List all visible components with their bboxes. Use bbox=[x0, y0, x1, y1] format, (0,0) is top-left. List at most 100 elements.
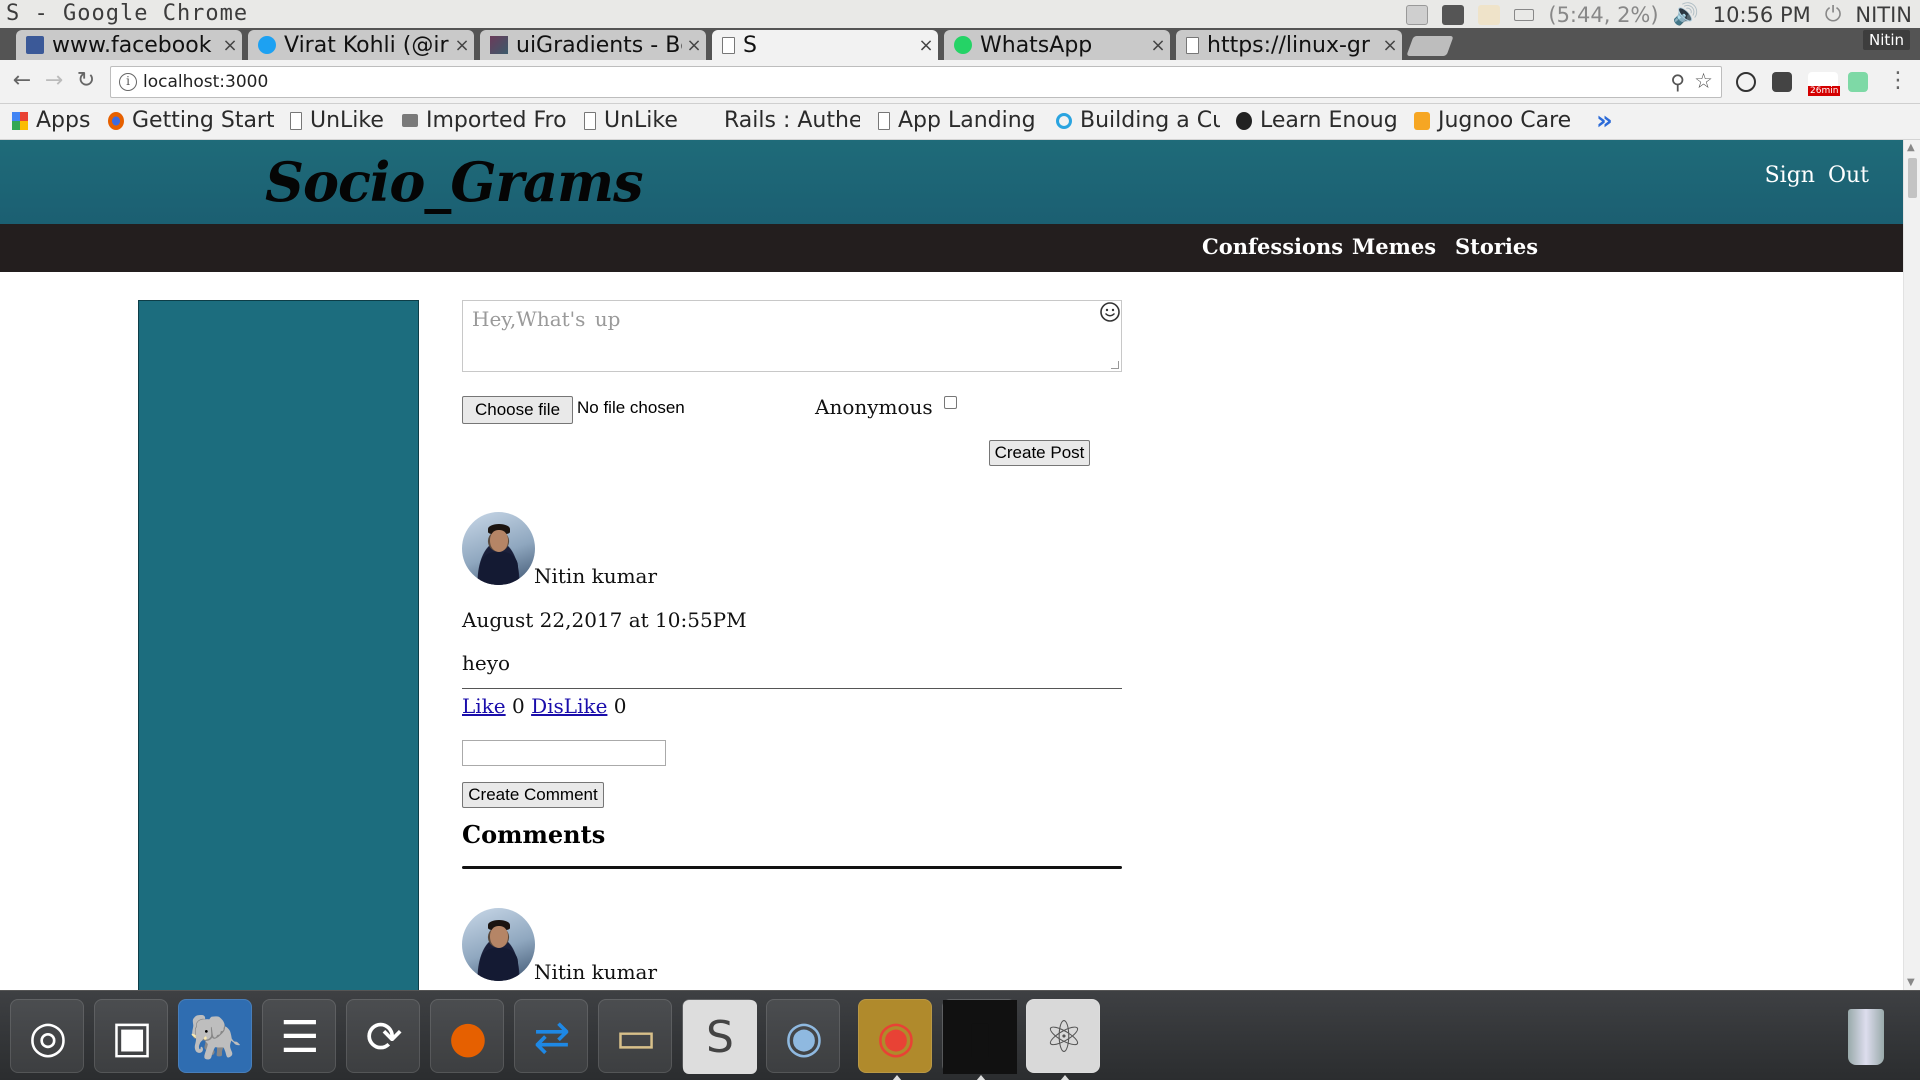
new-tab-button[interactable] bbox=[1406, 36, 1454, 56]
bookmark-rails-auth[interactable]: Rails : Auther bbox=[724, 108, 860, 133]
sign-out-link[interactable]: Sign Out bbox=[1765, 163, 1869, 188]
dock-terminal[interactable]: ▮ bbox=[942, 999, 1017, 1080]
bookmark-imported-folder[interactable]: Imported Fro bbox=[402, 108, 566, 133]
files-icon: ▭ bbox=[615, 1011, 657, 1063]
nav-stories[interactable]: Stories bbox=[1455, 234, 1538, 259]
resize-grip-icon[interactable] bbox=[1111, 361, 1119, 369]
tab-facebook[interactable]: www.facebook × bbox=[16, 30, 242, 60]
dock-chromium[interactable]: ◉ bbox=[766, 999, 840, 1073]
dock-software-updater[interactable]: ⟳ bbox=[346, 999, 420, 1073]
nav-confessions[interactable]: Confessions bbox=[1202, 234, 1343, 259]
battery-status: (5:44, 2%) bbox=[1548, 2, 1659, 27]
comment-input[interactable] bbox=[462, 740, 666, 766]
star-icon[interactable]: ☆ bbox=[1694, 69, 1713, 93]
close-icon[interactable]: × bbox=[1146, 35, 1170, 56]
comment-author[interactable]: Nitin kumar bbox=[534, 960, 657, 984]
site-logo[interactable]: Socio_Grams bbox=[265, 150, 644, 214]
dock-postgresql[interactable]: 🐘 bbox=[178, 999, 252, 1073]
close-icon[interactable]: × bbox=[914, 35, 938, 56]
page-icon bbox=[722, 36, 735, 54]
keyboard-icon[interactable] bbox=[1406, 4, 1429, 25]
dock-firefox[interactable]: ● bbox=[430, 999, 504, 1073]
nav-memes[interactable]: Memes bbox=[1352, 234, 1436, 259]
menu-icon[interactable]: ⋮ bbox=[1884, 68, 1912, 93]
close-icon[interactable]: × bbox=[1378, 35, 1402, 56]
bookmark-label: Rails : Auther bbox=[724, 108, 860, 133]
scrollbar-thumb[interactable] bbox=[1908, 158, 1917, 198]
user-name[interactable]: NITIN bbox=[1855, 3, 1912, 27]
choose-file-button[interactable]: Choose file bbox=[462, 396, 573, 424]
close-icon[interactable]: × bbox=[218, 35, 242, 56]
post-placeholder: Hey,What's up bbox=[472, 307, 621, 331]
extension-pin-icon[interactable] bbox=[1772, 72, 1792, 92]
bookmark-app-landing[interactable]: App Landing bbox=[878, 108, 1036, 133]
post-timestamp: August 22,2017 at 10:55PM bbox=[462, 608, 747, 632]
profile-badge[interactable]: Nitin bbox=[1863, 30, 1910, 50]
dock-files[interactable]: ▭ bbox=[598, 999, 672, 1073]
uigradients-icon bbox=[490, 36, 508, 54]
volume-icon[interactable]: 🔊 bbox=[1673, 2, 1699, 27]
battery-icon[interactable] bbox=[1514, 8, 1535, 21]
comment-avatar[interactable] bbox=[462, 908, 535, 981]
bookmark-apps[interactable]: Apps bbox=[12, 108, 90, 133]
software-updater-icon: ⟳ bbox=[365, 1011, 403, 1063]
dock-atom[interactable]: ⚛ bbox=[1026, 999, 1100, 1080]
close-icon[interactable]: × bbox=[450, 35, 474, 56]
post-textarea[interactable]: Hey,What's up bbox=[462, 300, 1122, 372]
tab-active[interactable]: S × bbox=[712, 30, 938, 60]
extension-icon[interactable] bbox=[1736, 72, 1756, 92]
android-extension-icon[interactable] bbox=[1848, 72, 1868, 92]
bookmark-label: Learn Enoug bbox=[1260, 108, 1396, 133]
post-author[interactable]: Nitin kumar bbox=[534, 564, 657, 588]
bookmark-unlike[interactable]: UnLike bbox=[290, 108, 384, 133]
timer-extension-icon[interactable]: 26min bbox=[1808, 72, 1841, 96]
language-icon[interactable] bbox=[1478, 4, 1501, 25]
forward-icon[interactable]: → bbox=[40, 68, 68, 93]
pen-icon[interactable] bbox=[1442, 4, 1465, 25]
emoji-icon[interactable] bbox=[1099, 301, 1121, 323]
page-icon bbox=[290, 111, 302, 130]
avatar[interactable] bbox=[462, 512, 535, 585]
power-icon[interactable]: ⏻ bbox=[1825, 2, 1842, 27]
page-scrollbar[interactable]: ▲ ▼ bbox=[1903, 140, 1920, 990]
bookmark-learn-enough[interactable]: Learn Enoug bbox=[1236, 108, 1396, 133]
postgresql-icon: 🐘 bbox=[188, 1012, 244, 1063]
reload-icon[interactable]: ↻ bbox=[72, 68, 100, 93]
dock-ubuntu[interactable]: ◎ bbox=[10, 999, 84, 1073]
info-icon[interactable]: i bbox=[119, 73, 137, 91]
tab-whatsapp[interactable]: WhatsApp × bbox=[944, 30, 1170, 60]
dock-trash[interactable] bbox=[1836, 999, 1896, 1073]
tab-label: Virat Kohli (@ir bbox=[284, 32, 449, 58]
dock-chrome[interactable]: ◉ bbox=[858, 999, 932, 1080]
tab-uigradients[interactable]: uiGradients - Be × bbox=[480, 30, 706, 60]
tab-linux[interactable]: https://linux-gr × bbox=[1176, 30, 1402, 60]
dislike-link[interactable]: DisLike bbox=[531, 694, 607, 718]
bookmark-jugnoo[interactable]: Jugnoo Care bbox=[1414, 108, 1578, 133]
close-icon[interactable]: × bbox=[682, 35, 706, 56]
database-icon: ☰ bbox=[280, 1011, 320, 1063]
like-link[interactable]: Like bbox=[462, 694, 506, 718]
zoom-icon[interactable]: ⚲ bbox=[1670, 70, 1685, 94]
scroll-down-icon[interactable]: ▼ bbox=[1907, 977, 1915, 988]
address-bar[interactable]: i localhost:3000 ⚲ ☆ bbox=[110, 66, 1722, 98]
url-text[interactable]: localhost:3000 bbox=[143, 72, 268, 92]
tab-twitter[interactable]: Virat Kohli (@ir × bbox=[248, 30, 474, 60]
clock[interactable]: 10:56 PM bbox=[1713, 3, 1811, 27]
bookmarks-overflow-icon[interactable]: » bbox=[1596, 106, 1613, 136]
scroll-up-icon[interactable]: ▲ bbox=[1907, 142, 1915, 153]
anonymous-checkbox[interactable] bbox=[944, 396, 957, 409]
chromium-icon: ◉ bbox=[784, 1011, 824, 1063]
dock-image-viewer[interactable]: ▣ bbox=[94, 999, 168, 1073]
dock-teamviewer[interactable]: ⇄ bbox=[514, 999, 588, 1073]
bookmark-label: Getting Start bbox=[132, 108, 274, 133]
back-icon[interactable]: ← bbox=[8, 68, 36, 93]
dock-database[interactable]: ☰ bbox=[262, 999, 336, 1073]
create-comment-button[interactable]: Create Comment bbox=[462, 782, 604, 808]
bookmark-building[interactable]: Building a Cu bbox=[1056, 108, 1220, 133]
create-post-button[interactable]: Create Post bbox=[989, 440, 1090, 466]
whatsapp-icon bbox=[954, 36, 972, 54]
bookmark-unlike-2[interactable]: UnLike bbox=[584, 108, 678, 133]
os-top-panel: S - Google Chrome (5:44, 2%) 🔊 10:56 PM … bbox=[0, 0, 1920, 28]
dock-sublime[interactable]: S bbox=[682, 999, 757, 1074]
bookmark-getting-started[interactable]: Getting Start bbox=[108, 108, 274, 133]
